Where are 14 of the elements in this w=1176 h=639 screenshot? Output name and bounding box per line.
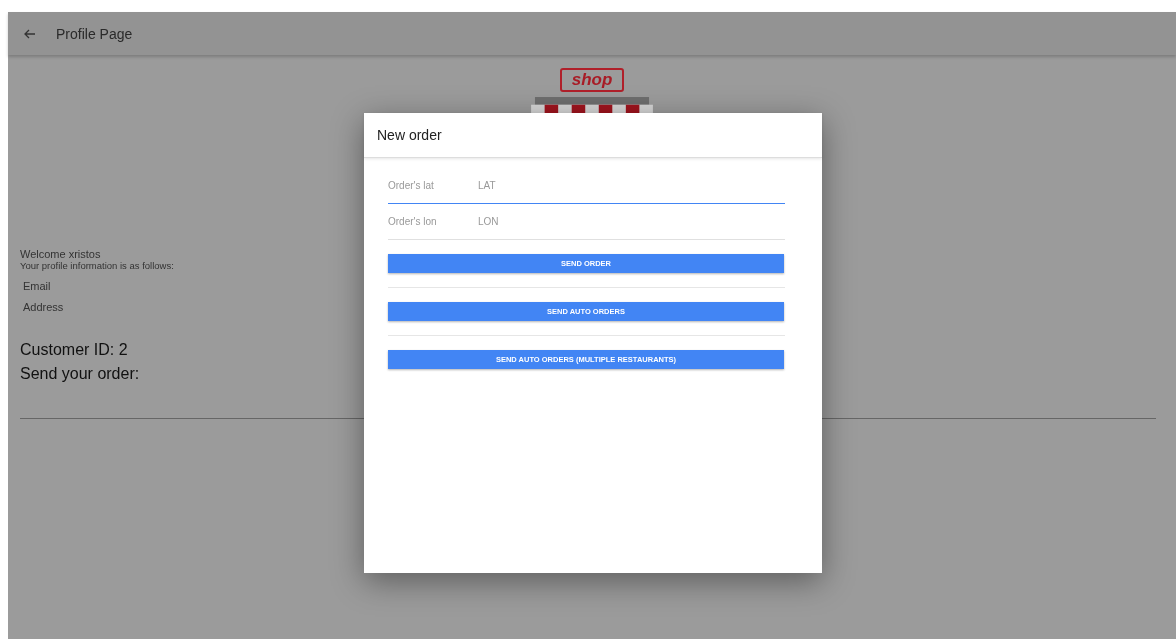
dialog-title: New order	[377, 127, 442, 143]
back-arrow-icon[interactable]	[24, 28, 36, 39]
field-label: Order's lat	[388, 180, 435, 191]
shop-sign: shop	[559, 68, 625, 92]
profile-field-label: Email	[23, 280, 51, 292]
send-order-heading: Send your order:	[20, 365, 140, 383]
coordinate-input-field[interactable]: LON	[478, 216, 785, 227]
field-label: Order's lon	[388, 216, 438, 227]
page-title: Profile Page	[56, 25, 133, 42]
coordinate-input-field[interactable]: LAT	[478, 180, 785, 191]
customer-id-text: Customer ID: 2	[20, 341, 128, 359]
profile-field-label: Address	[23, 301, 64, 313]
profile-intro-text: Your profile information is as follows:	[20, 260, 174, 271]
welcome-text: Welcome xristos	[20, 248, 101, 260]
